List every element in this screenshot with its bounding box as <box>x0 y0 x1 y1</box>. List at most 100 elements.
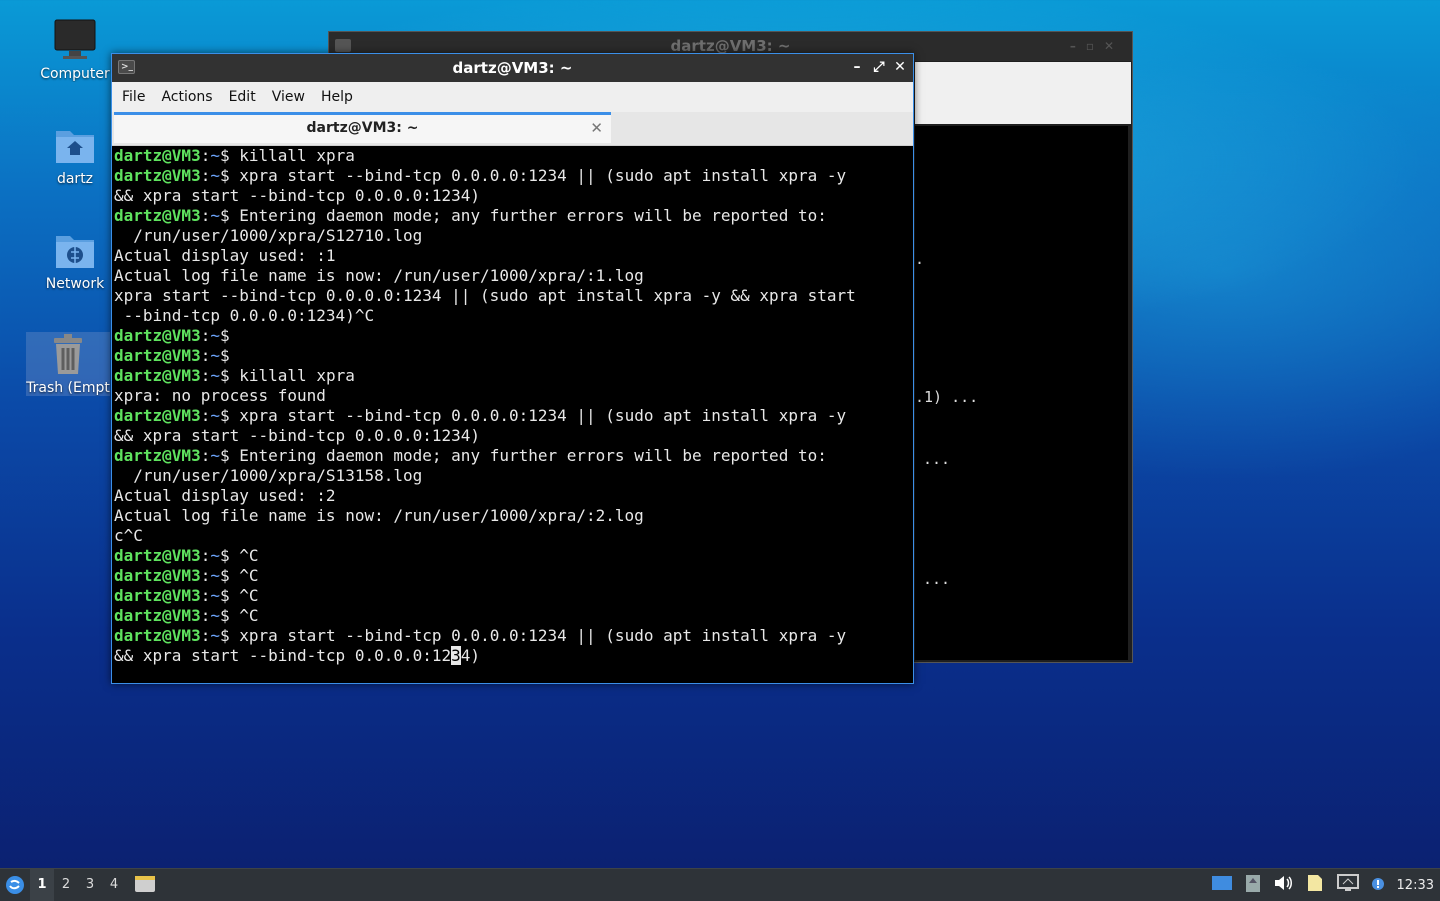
line-text: xpra start --bind-tcp 0.0.0.0:1234 || (s… <box>114 286 856 305</box>
background-terminal-output[interactable]: . .1) ... ... ... <box>915 126 1128 660</box>
line-text: /run/user/1000/xpra/S12710.log <box>114 226 423 245</box>
menu-view[interactable]: View <box>264 82 313 112</box>
app-menu-icon[interactable] <box>0 869 30 901</box>
terminal-line: dartz@VM3:~$ killall xpra <box>114 146 913 166</box>
maximize-button[interactable]: ⤢ <box>869 54 889 82</box>
terminal-line: Actual log file name is now: /run/user/1… <box>114 266 913 286</box>
terminal-line: dartz@VM3:~$ xpra start --bind-tcp 0.0.0… <box>114 166 913 186</box>
line-text: c^C <box>114 526 143 545</box>
terminal-output[interactable]: dartz@VM3:~$ killall xpra dartz@VM3:~$ xp… <box>114 146 913 683</box>
prompt-path: ~ <box>210 406 220 425</box>
terminal-line: dartz@VM3:~$ Entering daemon mode; any f… <box>114 206 913 226</box>
file-manager-icon[interactable] <box>134 873 156 897</box>
monitor-icon <box>53 18 97 62</box>
desktop-icon-label: Computer <box>40 66 110 82</box>
network-icon[interactable] <box>1336 874 1359 896</box>
desktop-icon-label: dartz <box>56 171 94 187</box>
line-text: --bind-tcp 0.0.0.0:1234)^C <box>114 306 375 325</box>
prompt-user: dartz@VM3 <box>114 566 201 585</box>
terminal-line: dartz@VM3:~$ ^C <box>114 566 913 586</box>
line-text: && xpra start --bind-tcp 0.0.0.0:1234) <box>114 426 481 445</box>
terminal-line: dartz@VM3:~$ Entering daemon mode; any f… <box>114 446 913 466</box>
workspace-1[interactable]: 1 <box>30 869 54 901</box>
menu-help[interactable]: Help <box>313 82 361 112</box>
workspace-2[interactable]: 2 <box>54 869 78 901</box>
clipboard-icon[interactable] <box>1245 873 1261 897</box>
prompt-separator: : <box>200 326 211 345</box>
prompt-separator: : <box>200 626 211 645</box>
prompt-user: dartz@VM3 <box>114 206 201 225</box>
close-button[interactable]: ✕ <box>890 54 910 82</box>
window-titlebar[interactable]: >_ dartz@VM3: ~ – ⤢ ✕ <box>112 54 913 82</box>
home-folder-icon <box>53 123 97 167</box>
line-text: $ ^C <box>219 606 259 625</box>
prompt-separator: : <box>200 586 211 605</box>
terminal-window[interactable]: >_ dartz@VM3: ~ – ⤢ ✕ File Actions Edit … <box>111 53 914 684</box>
line-text: Actual log file name is now: /run/user/1… <box>114 506 644 525</box>
volume-icon[interactable] <box>1273 874 1293 896</box>
prompt-path: ~ <box>210 626 220 645</box>
trash-icon <box>46 332 90 376</box>
line-text: $ xpra start --bind-tcp 0.0.0.0:1234 || … <box>219 406 847 425</box>
terminal-line: xpra: no process found <box>114 386 913 406</box>
prompt-separator: : <box>200 446 211 465</box>
desktop-icon-network[interactable]: Network <box>30 228 120 292</box>
terminal-icon: >_ <box>118 60 135 74</box>
prompt-path: ~ <box>210 346 220 365</box>
line-text: $ xpra start --bind-tcp 0.0.0.0:1234 || … <box>219 166 847 185</box>
prompt-separator: : <box>200 546 211 565</box>
terminal-line: Actual log file name is now: /run/user/1… <box>114 506 913 526</box>
prompt-user: dartz@VM3 <box>114 606 201 625</box>
line-text: $ ^C <box>219 586 259 605</box>
menu-edit[interactable]: Edit <box>221 82 264 112</box>
line-text: /run/user/1000/xpra/S13158.log <box>114 466 423 485</box>
prompt-path: ~ <box>210 546 220 565</box>
terminal-line: Actual display used: :1 <box>114 246 913 266</box>
line-text: Actual log file name is now: /run/user/1… <box>114 266 644 285</box>
line-text: $ killall xpra <box>219 366 355 385</box>
window-title: dartz@VM3: ~ <box>452 59 573 77</box>
taskbar: 1 2 3 4 12:33 <box>0 868 1440 901</box>
line-text: $ Entering daemon mode; any further erro… <box>219 206 827 225</box>
menu-actions[interactable]: Actions <box>153 82 220 112</box>
show-desktop-icon[interactable] <box>1211 874 1233 896</box>
prompt-path: ~ <box>210 566 220 585</box>
line-text: $ ^C <box>219 566 259 585</box>
input-text: 4) <box>460 646 481 665</box>
clock[interactable]: 12:33 <box>1397 878 1434 893</box>
terminal-icon <box>335 39 351 52</box>
terminal-line: --bind-tcp 0.0.0.0:1234)^C <box>114 306 913 326</box>
line-text: && xpra start --bind-tcp 0.0.0.0:1234) <box>114 186 481 205</box>
terminal-line: && xpra start --bind-tcp 0.0.0.0:1234) <box>114 186 913 206</box>
line-text: $ killall xpra <box>219 146 355 165</box>
window-controls-icon[interactable]: –▫✕ <box>1070 32 1124 60</box>
tab-close-icon[interactable]: ✕ <box>590 115 603 142</box>
text-cursor: 3 <box>451 646 461 665</box>
terminal-line: Actual display used: :2 <box>114 486 913 506</box>
desktop-icon-computer[interactable]: Computer <box>30 18 120 82</box>
prompt-user: dartz@VM3 <box>114 406 201 425</box>
terminal-input-line[interactable]: && xpra start --bind-tcp 0.0.0.0:1234) <box>114 646 913 666</box>
line-text: xpra: no process found <box>114 386 326 405</box>
prompt-user: dartz@VM3 <box>114 586 201 605</box>
minimize-button[interactable]: – <box>847 54 867 82</box>
desktop-icon-trash[interactable]: Trash (Empt <box>26 332 110 396</box>
terminal-line: dartz@VM3:~$ ^C <box>114 586 913 606</box>
prompt-user: dartz@VM3 <box>114 166 201 185</box>
prompt-user: dartz@VM3 <box>114 366 201 385</box>
tab-terminal[interactable]: dartz@VM3: ~ ✕ <box>114 112 611 143</box>
workspace-3[interactable]: 3 <box>78 869 102 901</box>
input-text: && xpra start --bind-tcp 0.0.0.0:12 <box>114 646 452 665</box>
workspace-4[interactable]: 4 <box>102 869 126 901</box>
prompt-separator: : <box>200 346 211 365</box>
update-notification-icon[interactable] <box>1371 876 1385 895</box>
prompt-user: dartz@VM3 <box>114 446 201 465</box>
line-text: Actual display used: :1 <box>114 246 336 265</box>
prompt-path: ~ <box>210 326 220 345</box>
desktop-icon-home[interactable]: dartz <box>30 123 120 187</box>
menu-file[interactable]: File <box>114 82 153 112</box>
notes-icon[interactable] <box>1305 873 1325 897</box>
prompt-path: ~ <box>210 146 220 165</box>
line-text: $ ^C <box>219 546 259 565</box>
prompt-separator: : <box>200 606 211 625</box>
